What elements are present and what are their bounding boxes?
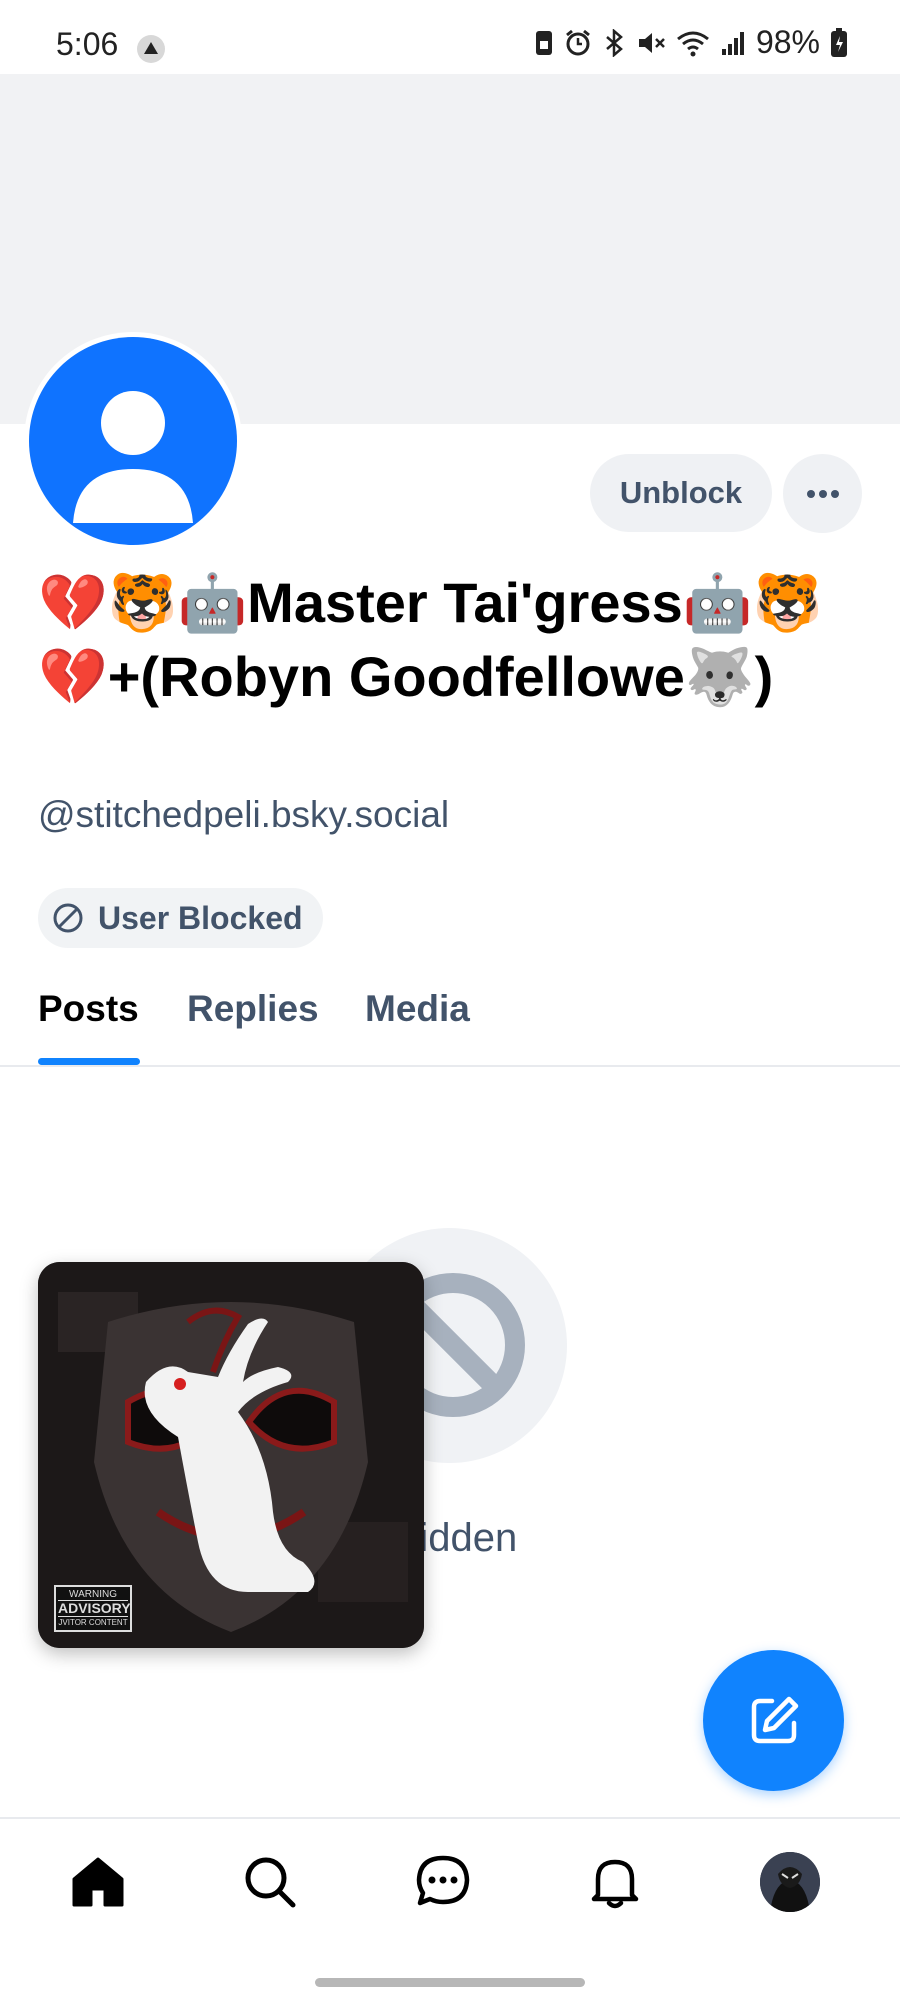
chat-icon: [416, 1855, 470, 1906]
nav-chat[interactable]: [411, 1850, 475, 1914]
battery-percent: 98%: [755, 24, 820, 60]
nav-search[interactable]: [238, 1850, 302, 1914]
status-time: 5:06: [56, 26, 119, 62]
user-blocked-label: User Blocked: [98, 899, 303, 936]
battery-icon: [831, 27, 847, 57]
nav-notifications[interactable]: [583, 1850, 647, 1914]
home-indicator[interactable]: [315, 1978, 585, 1987]
block-icon: [53, 903, 83, 933]
bluetooth-icon: [606, 28, 623, 57]
mute-icon: [638, 32, 665, 53]
advisory-line-3: JVITOR CONTENT: [58, 1618, 128, 1627]
display-name: 💔🐯🤖Master Tai'gress🤖🐯💔+(Robyn Goodfellow…: [38, 571, 823, 708]
nav-profile-avatar[interactable]: [760, 1852, 820, 1912]
user-blocked-badge: User Blocked: [38, 888, 323, 948]
advisory-line-2: ADVISORY: [58, 1600, 131, 1617]
alarm-icon: [566, 29, 590, 55]
floating-album-artwork[interactable]: WARNING ADVISORY JVITOR CONTENT: [38, 1262, 424, 1648]
default-user-avatar-icon[interactable]: [29, 337, 237, 545]
search-icon: [245, 1857, 296, 1908]
app-notification-icon: [137, 35, 165, 63]
unblock-button[interactable]: Unblock: [590, 454, 772, 532]
tab-media[interactable]: Media: [365, 988, 470, 1030]
more-options-button[interactable]: [783, 454, 862, 533]
wifi-icon: [677, 31, 709, 56]
ellipsis-icon: [806, 489, 839, 498]
parental-advisory-label: WARNING ADVISORY JVITOR CONTENT: [54, 1585, 132, 1632]
sim-icon: [535, 30, 552, 55]
tab-replies[interactable]: Replies: [187, 988, 319, 1030]
compose-icon: [751, 1696, 798, 1743]
profile-avatar: [760, 1852, 820, 1912]
advisory-line-1: WARNING: [69, 1589, 117, 1600]
divider: [0, 1817, 900, 1819]
nav-home[interactable]: [66, 1850, 130, 1914]
tab-posts[interactable]: Posts: [38, 988, 139, 1030]
bell-icon: [591, 1859, 639, 1909]
status-bar: 5:06 98%: [0, 0, 900, 74]
home-icon: [72, 1857, 124, 1907]
divider: [0, 1065, 900, 1067]
compose-post-button[interactable]: [703, 1650, 844, 1791]
status-icons: 98%: [534, 24, 848, 61]
signal-icon: [721, 31, 744, 55]
active-tab-indicator: [38, 1058, 140, 1065]
user-handle: @stitchedpeli.bsky.social: [38, 794, 450, 835]
